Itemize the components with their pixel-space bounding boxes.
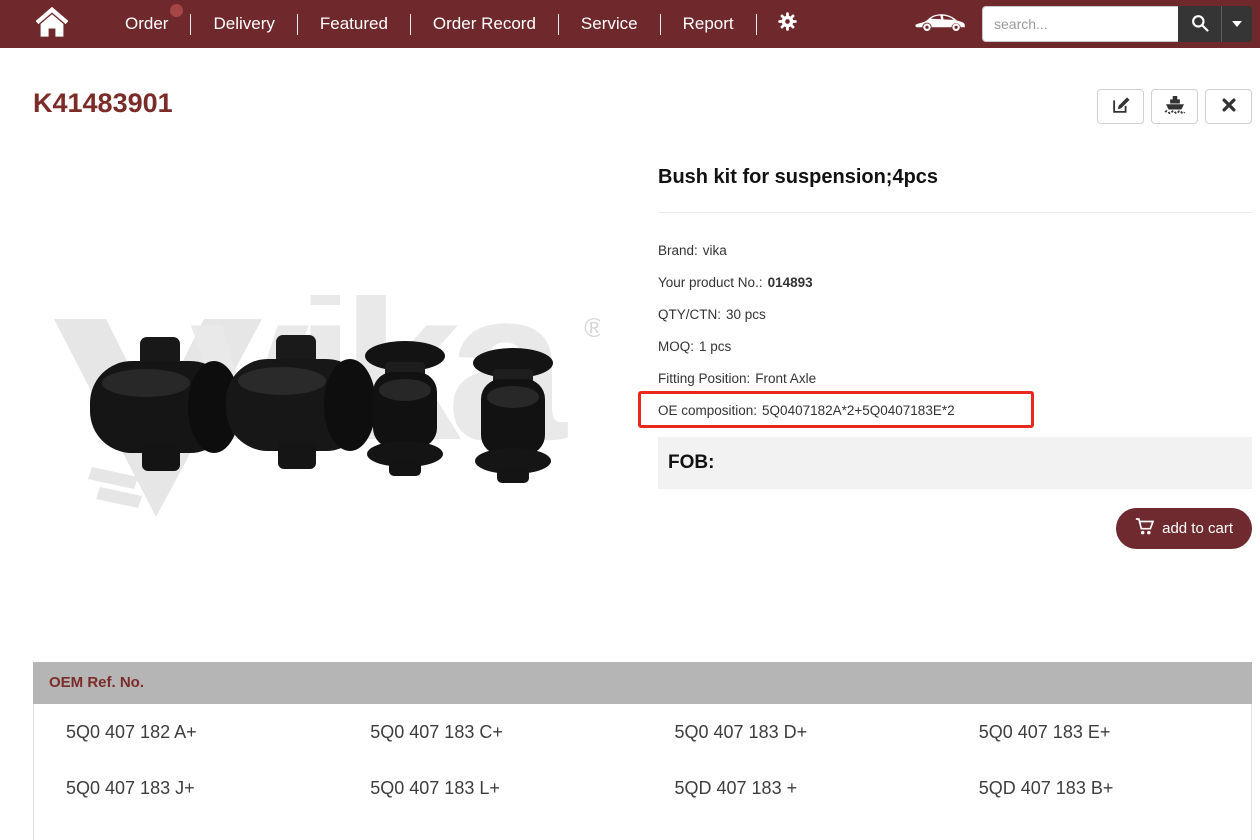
top-nav: Order Delivery Featured Order Record Ser… bbox=[0, 0, 1260, 48]
page-title: K41483901 bbox=[33, 88, 173, 119]
nav-item-label: Order bbox=[125, 14, 168, 34]
detail-value: 014893 bbox=[768, 275, 813, 290]
detail-label: Brand: bbox=[658, 243, 698, 258]
detail-value: 30 pcs bbox=[726, 307, 766, 322]
nav-menu: Order Delivery Featured Order Record Ser… bbox=[103, 0, 818, 48]
nav-item-order[interactable]: Order bbox=[103, 0, 190, 48]
nav-item-order-record[interactable]: Order Record bbox=[411, 0, 558, 48]
notification-dot bbox=[170, 4, 183, 17]
oem-table-header: OEM Ref. No. bbox=[33, 662, 1252, 704]
fob-label: FOB: bbox=[668, 452, 714, 474]
detail-value: 1 pcs bbox=[699, 339, 731, 354]
detail-label: Your product No.: bbox=[658, 275, 763, 290]
product-image: vika ® bbox=[40, 295, 600, 530]
nav-item-label: Report bbox=[683, 14, 734, 34]
add-to-cart-label: add to cart bbox=[1162, 520, 1233, 537]
oem-ref-cell: 5Q0 407 183 L+ bbox=[338, 760, 642, 816]
nav-item-label: Delivery bbox=[213, 14, 274, 34]
settings-button[interactable] bbox=[757, 0, 818, 48]
oem-table-body: 5Q0 407 182 A+ 5Q0 407 183 C+ 5Q0 407 18… bbox=[33, 704, 1252, 840]
vehicle-select-button[interactable] bbox=[914, 10, 966, 39]
nav-item-label: Featured bbox=[320, 14, 388, 34]
ship-icon bbox=[1163, 93, 1187, 120]
oem-ref-cell: 5Q0 407 183 D+ bbox=[643, 704, 947, 760]
detail-label: OE composition: bbox=[658, 403, 757, 418]
detail-value: vika bbox=[703, 243, 727, 258]
detail-oe-composition: OE composition: 5Q0407182A*2+5Q0407183E*… bbox=[658, 394, 1252, 426]
gear-icon bbox=[777, 11, 798, 37]
detail-fitting-position: Fitting Position: Front Axle bbox=[658, 362, 1252, 394]
nav-item-label: Service bbox=[581, 14, 638, 34]
ship-button[interactable] bbox=[1151, 89, 1198, 124]
search-button[interactable] bbox=[1178, 6, 1221, 42]
divider bbox=[658, 212, 1252, 213]
cart-icon bbox=[1135, 517, 1155, 540]
detail-label: QTY/CTN: bbox=[658, 307, 721, 322]
nav-item-service[interactable]: Service bbox=[559, 0, 660, 48]
nav-item-report[interactable]: Report bbox=[661, 0, 756, 48]
product-info: Bush kit for suspension;4pcs Brand: vika… bbox=[658, 160, 1252, 560]
product-details: Brand: vika Your product No.: 014893 QTY… bbox=[658, 234, 1252, 426]
add-to-cart-button[interactable]: add to cart bbox=[1116, 508, 1252, 549]
home-icon bbox=[35, 6, 69, 43]
detail-value: 5Q0407182A*2+5Q0407183E*2 bbox=[762, 403, 955, 418]
search-bar bbox=[982, 6, 1252, 42]
edit-button[interactable] bbox=[1097, 89, 1144, 124]
oem-ref-cell: 5Q0 407 183 E+ bbox=[947, 704, 1251, 760]
nav-item-delivery[interactable]: Delivery bbox=[191, 0, 296, 48]
close-icon bbox=[1220, 96, 1238, 117]
product-name: Bush kit for suspension;4pcs bbox=[658, 166, 938, 189]
detail-label: MOQ: bbox=[658, 339, 694, 354]
detail-label: Fitting Position: bbox=[658, 371, 750, 386]
oem-ref-cell: 5Q0 407 183 C+ bbox=[338, 704, 642, 760]
search-icon bbox=[1190, 13, 1210, 36]
bushing-photo bbox=[40, 295, 600, 530]
table-row: 5Q0 407 183 J+ 5Q0 407 183 L+ 5QD 407 18… bbox=[34, 760, 1251, 816]
oem-ref-cell: 5QD 407 183 + bbox=[643, 760, 947, 816]
detail-brand: Brand: vika bbox=[658, 234, 1252, 266]
close-button[interactable] bbox=[1205, 89, 1252, 124]
table-row: 5Q0 407 182 A+ 5Q0 407 183 C+ 5Q0 407 18… bbox=[34, 704, 1251, 760]
detail-moq: MOQ: 1 pcs bbox=[658, 330, 1252, 362]
oem-ref-cell: 5Q0 407 183 J+ bbox=[34, 760, 338, 816]
oem-ref-cell: 5QD 407 183 B+ bbox=[947, 760, 1251, 816]
header-actions bbox=[1097, 89, 1252, 124]
nav-item-label: Order Record bbox=[433, 14, 536, 34]
nav-item-featured[interactable]: Featured bbox=[298, 0, 410, 48]
fob-section: FOB: bbox=[658, 437, 1252, 489]
detail-product-no: Your product No.: 014893 bbox=[658, 266, 1252, 298]
caret-down-icon bbox=[1232, 21, 1242, 27]
search-options-button[interactable] bbox=[1221, 6, 1252, 42]
search-input[interactable] bbox=[982, 6, 1178, 42]
detail-qty-ctn: QTY/CTN: 30 pcs bbox=[658, 298, 1252, 330]
oem-ref-table: OEM Ref. No. 5Q0 407 182 A+ 5Q0 407 183 … bbox=[33, 662, 1252, 840]
detail-value: Front Axle bbox=[755, 371, 816, 386]
car-icon bbox=[914, 10, 966, 39]
edit-icon bbox=[1110, 94, 1132, 119]
home-button[interactable] bbox=[33, 0, 71, 48]
oem-ref-cell: 5Q0 407 182 A+ bbox=[34, 704, 338, 760]
